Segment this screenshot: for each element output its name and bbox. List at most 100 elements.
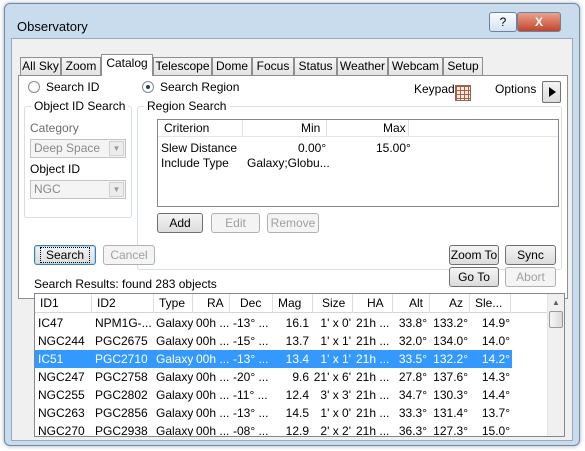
col-mag[interactable]: Mag: [273, 294, 313, 313]
search-region-label: Search Region: [160, 80, 240, 94]
title-bar[interactable]: Observatory ? X: [5, 4, 579, 38]
cell-slew: 14.0°: [481, 334, 510, 348]
cell-id1: IC51: [38, 352, 64, 366]
object-id-select[interactable]: NGC ▼: [30, 180, 126, 199]
help-button[interactable]: ?: [489, 12, 517, 32]
col-id2[interactable]: ID2: [92, 294, 154, 313]
cell-id1: IC47: [38, 316, 64, 330]
cell-id1: NGC270: [38, 424, 85, 437]
col-ha[interactable]: HA: [353, 294, 393, 313]
cell-dec: -20° ...: [233, 370, 269, 384]
tab-weather[interactable]: Weather: [337, 57, 388, 76]
tab-setup[interactable]: Setup: [443, 57, 483, 76]
cell-az: 133.2°: [433, 316, 468, 330]
column-separator: [408, 120, 409, 137]
cell-mag: 16.1: [285, 316, 309, 330]
go-to-button[interactable]: Go To: [449, 267, 499, 287]
table-row[interactable]: NGC255 PGC2802 Galaxy 00h ... -11° ... 12.4 3'…: [35, 386, 512, 404]
tab-zoom[interactable]: Zoom: [61, 57, 101, 76]
table-row[interactable]: IC47 NPM1G-... Galaxy 00h ... -13° ... 16.1 1'…: [35, 314, 512, 332]
col-id1[interactable]: ID1: [35, 294, 92, 313]
scroll-up-icon[interactable]: ▲: [548, 294, 564, 311]
cell-alt: 36.3°: [398, 424, 427, 437]
object-id-search-title: Object ID Search: [31, 99, 129, 113]
chevron-down-icon: ▼: [109, 182, 124, 197]
cell-dec: -13° ...: [233, 352, 269, 366]
category-select[interactable]: Deep Space ▼: [30, 139, 126, 158]
sync-button[interactable]: Sync: [505, 245, 556, 265]
cell-type: Galaxy: [156, 388, 193, 402]
cell-size: 1' x 1': [320, 352, 351, 366]
cell-alt: 34.7°: [398, 388, 427, 402]
options-arrow-button[interactable]: [542, 81, 561, 103]
criteria-col-criterion[interactable]: Criterion: [164, 121, 209, 135]
cell-az: 130.3°: [433, 388, 468, 402]
cell-type: Galaxy: [156, 424, 193, 437]
remove-criterion-button[interactable]: Remove: [267, 213, 319, 233]
keypad-label[interactable]: Keypad: [414, 82, 455, 96]
cell-ra: 00h ...: [196, 370, 230, 384]
search-id-radio[interactable]: Search ID: [28, 80, 118, 94]
cell-size: 3' x 3': [320, 388, 351, 402]
region-search-title: Region Search: [144, 99, 230, 113]
cell-az: 131.4°: [433, 406, 468, 420]
object-id-value: NGC: [34, 182, 61, 196]
tab-catalog[interactable]: Catalog: [101, 54, 153, 76]
scroll-thumb[interactable]: [549, 311, 563, 328]
table-row[interactable]: NGC244 PGC2675 Galaxy 00h ... -15° ... 13.7 1'…: [35, 332, 512, 350]
col-size[interactable]: Size: [313, 294, 353, 313]
cell-id1: NGC263: [38, 406, 85, 420]
criteria-cell: 15.00°: [376, 141, 411, 155]
cell-ha: 21h ...: [356, 388, 390, 402]
criteria-row[interactable]: Slew Distance 0.00° 15.00°: [158, 141, 558, 156]
cell-dec: -13° ...: [233, 316, 269, 330]
keypad-grid-icon[interactable]: [455, 85, 471, 101]
tab-dome[interactable]: Dome: [212, 57, 252, 76]
vertical-scrollbar[interactable]: ▲: [547, 294, 564, 436]
criteria-row[interactable]: Include Type Galaxy;Globu...: [158, 156, 558, 171]
search-results-table[interactable]: ID1 ID2 Type RA Dec Mag Size HA Alt Az S…: [34, 293, 565, 437]
col-ra[interactable]: RA: [193, 294, 230, 313]
cell-size: 2' x 2': [320, 424, 351, 437]
tab-all-sky[interactable]: All Sky: [20, 57, 61, 76]
table-row[interactable]: IC51 PGC2710 Galaxy 00h ... -13° ... 13.4 1' x…: [35, 350, 512, 368]
col-az[interactable]: Az: [430, 294, 470, 313]
search-region-radio[interactable]: Search Region: [142, 80, 254, 94]
cell-az: 134.0°: [433, 334, 468, 348]
edit-criterion-button[interactable]: Edit: [211, 213, 260, 233]
cell-type: Galaxy: [156, 406, 193, 420]
window-title: Observatory: [17, 19, 88, 34]
table-row[interactable]: NGC247 PGC2758 Galaxy 00h ... -20° ... 9.6 21'…: [35, 368, 512, 386]
col-alt[interactable]: Alt: [393, 294, 430, 313]
table-row[interactable]: NGC270 PGC2938 Galaxy 00h ... -08° ... 12.9 2'…: [35, 422, 512, 437]
cell-alt: 33.5°: [398, 352, 427, 366]
add-criterion-button[interactable]: Add: [157, 213, 203, 233]
criteria-list[interactable]: Criterion Min Max Slew Distance 0.00° 15…: [157, 119, 559, 207]
cancel-button[interactable]: Cancel: [103, 245, 155, 265]
zoom-to-button[interactable]: Zoom To: [449, 245, 499, 265]
close-button[interactable]: X: [517, 12, 561, 32]
tab-telescope[interactable]: Telescope: [153, 57, 212, 76]
cell-ha: 21h ...: [356, 352, 390, 366]
col-slew[interactable]: Sle...: [470, 294, 511, 313]
abort-button[interactable]: Abort: [505, 267, 556, 287]
col-type[interactable]: Type: [154, 294, 193, 313]
cell-slew: 14.9°: [481, 316, 510, 330]
search-button-label: Search: [39, 247, 91, 263]
radio-dot: [28, 81, 40, 93]
criteria-col-max[interactable]: Max: [383, 121, 406, 135]
tab-status[interactable]: Status: [294, 57, 337, 76]
tab-focus[interactable]: Focus: [252, 57, 294, 76]
cell-id2: NPM1G-...: [95, 316, 152, 330]
tab-webcam[interactable]: Webcam: [388, 57, 443, 76]
options-label[interactable]: Options: [495, 82, 536, 96]
search-button[interactable]: Search: [34, 245, 96, 265]
search-id-label: Search ID: [46, 80, 100, 94]
cell-size: 1' x 0': [320, 406, 351, 420]
table-row[interactable]: NGC263 PGC2856 Galaxy 00h ... -13° ... 14.5 1'…: [35, 404, 512, 422]
col-dec[interactable]: Dec: [230, 294, 273, 313]
criteria-col-min[interactable]: Min: [301, 121, 320, 135]
cell-ra: 00h ...: [196, 424, 230, 437]
cell-ra: 00h ...: [196, 352, 230, 366]
column-separator: [326, 120, 327, 137]
